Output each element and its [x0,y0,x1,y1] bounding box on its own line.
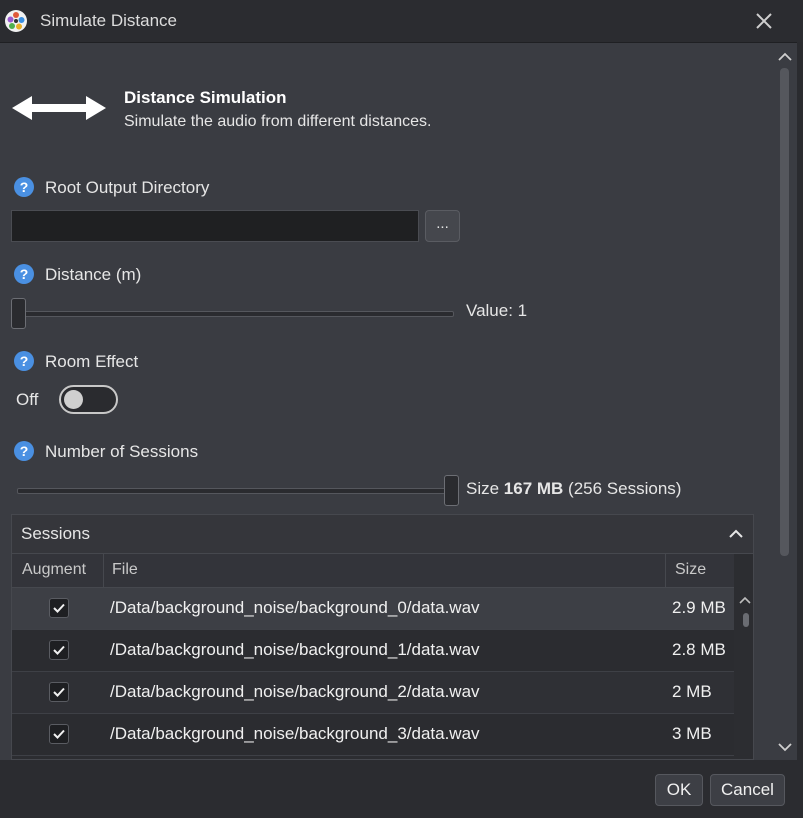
table-row[interactable]: /Data/background_noise/background_3/data… [12,714,734,756]
sessions-size-text: Size 167 MB (256 Sessions) [466,479,681,499]
toggle-knob [64,390,83,409]
column-header-augment[interactable]: Augment [22,561,86,579]
column-header-file[interactable]: File [112,561,138,579]
help-icon[interactable]: ? [14,177,34,197]
room-effect-toggle[interactable] [59,385,118,414]
distance-slider-track[interactable] [17,311,454,317]
size-value: 167 MB [503,479,564,498]
table-row[interactable]: /Data/background_noise/background_0/data… [12,588,734,630]
sessions-count-label: Number of Sessions [45,442,199,461]
cancel-button[interactable]: Cancel [710,774,785,806]
file-cell: /Data/background_noise/background_1/data… [110,640,480,659]
distance-value: Value: 1 [466,301,528,320]
root-output-label: Root Output Directory [45,178,210,197]
help-icon[interactable]: ? [14,351,34,371]
app-logo-icon [5,10,27,32]
root-output-input[interactable] [11,210,419,242]
header-title: Distance Simulation [124,88,287,107]
table-scroll-up-icon[interactable] [737,593,753,609]
distance-slider-handle[interactable] [11,298,26,329]
augment-checkbox[interactable] [49,640,69,660]
browse-button[interactable]: ... [425,210,460,242]
file-cell: /Data/background_noise/background_2/data… [110,682,480,701]
size-suffix: (256 Sessions) [563,479,682,498]
scroll-down-icon[interactable] [776,736,794,758]
size-cell: 3 MB [672,724,712,743]
size-cell: 2.9 MB [672,598,726,617]
help-icon[interactable]: ? [14,264,34,284]
scrollbar-thumb[interactable] [780,68,789,556]
sessions-slider-track[interactable] [17,488,459,494]
column-divider [103,554,104,587]
sessions-slider-handle[interactable] [444,475,459,506]
column-header-size[interactable]: Size [675,561,706,579]
room-effect-state: Off [16,390,39,409]
checkmark-icon [53,687,65,697]
close-icon[interactable] [749,6,779,36]
file-cell: /Data/background_noise/background_0/data… [110,598,480,617]
checkmark-icon [53,729,65,739]
column-divider [665,554,666,587]
sessions-panel: Sessions Augment File Size /Data/backgro… [11,514,754,760]
table-row[interactable]: /Data/background_noise/background_2/data… [12,672,734,714]
dialog-footer: OK Cancel [0,760,803,818]
table-header: Augment File Size [12,554,734,588]
double-arrow-icon [12,96,106,120]
title-bar: Simulate Distance [0,0,803,43]
checkmark-icon [53,603,65,613]
augment-checkbox[interactable] [49,682,69,702]
window-title: Simulate Distance [40,11,178,30]
table-scrollbar-thumb[interactable] [743,613,749,627]
ok-button[interactable]: OK [655,774,703,806]
distance-label: Distance (m) [45,265,142,284]
sessions-panel-title: Sessions [21,524,90,543]
augment-checkbox[interactable] [49,598,69,618]
room-effect-label: Room Effect [45,352,139,371]
augment-checkbox[interactable] [49,724,69,744]
size-cell: 2 MB [672,682,712,701]
header-subtitle: Simulate the audio from different distan… [124,113,432,130]
size-prefix: Size [466,479,504,498]
help-icon[interactable]: ? [14,441,34,461]
chevron-up-icon[interactable] [726,524,746,544]
size-cell: 2.8 MB [672,640,726,659]
window-edge [797,42,803,760]
table-row[interactable]: /Data/background_noise/background_1/data… [12,630,734,672]
sessions-panel-header[interactable]: Sessions [12,515,753,554]
file-cell: /Data/background_noise/background_3/data… [110,724,480,743]
checkmark-icon [53,645,65,655]
scroll-up-icon[interactable] [776,46,794,68]
